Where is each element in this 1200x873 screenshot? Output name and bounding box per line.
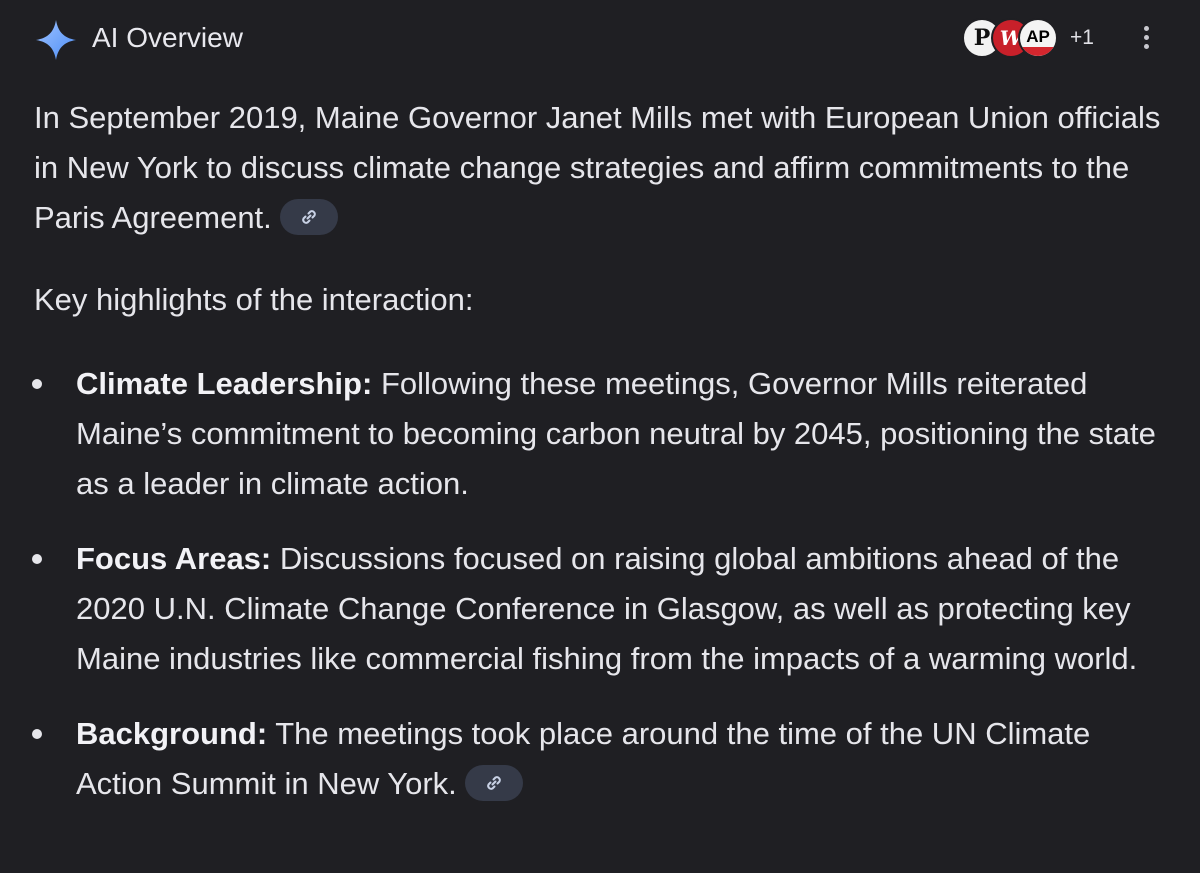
list-item: Background: The meetings took place arou…	[32, 709, 1174, 809]
bullet-title: Background:	[76, 716, 268, 751]
list-item: Climate Leadership: Following these meet…	[32, 359, 1174, 509]
bullet-title: Focus Areas:	[76, 541, 272, 576]
key-highlights-heading: Key highlights of the interaction:	[34, 282, 474, 317]
highlights-list: Climate Leadership: Following these meet…	[32, 359, 1174, 809]
ai-overview-header: AI Overview P W AP +1	[0, 0, 1200, 78]
link-icon[interactable]	[279, 198, 338, 235]
bullet-dot	[32, 729, 42, 739]
source-icon-3[interactable]: AP	[1018, 18, 1058, 58]
more-vert-icon[interactable]	[1134, 22, 1158, 58]
link-icon[interactable]	[464, 764, 523, 801]
overview-content: In September 2019, Maine Governor Janet …	[32, 93, 1174, 834]
intro-paragraph: In September 2019, Maine Governor Janet …	[34, 100, 1161, 235]
list-item: Focus Areas: Discussions focused on rais…	[32, 534, 1174, 684]
page-title: AI Overview	[92, 22, 243, 53]
sources-stack[interactable]: P W AP +1	[962, 18, 1102, 62]
bullet-dot	[32, 554, 42, 564]
bullet-dot	[32, 379, 42, 389]
sparkle-icon	[36, 20, 76, 60]
bullet-title: Climate Leadership:	[76, 366, 373, 401]
source-count[interactable]: +1	[1070, 24, 1094, 52]
